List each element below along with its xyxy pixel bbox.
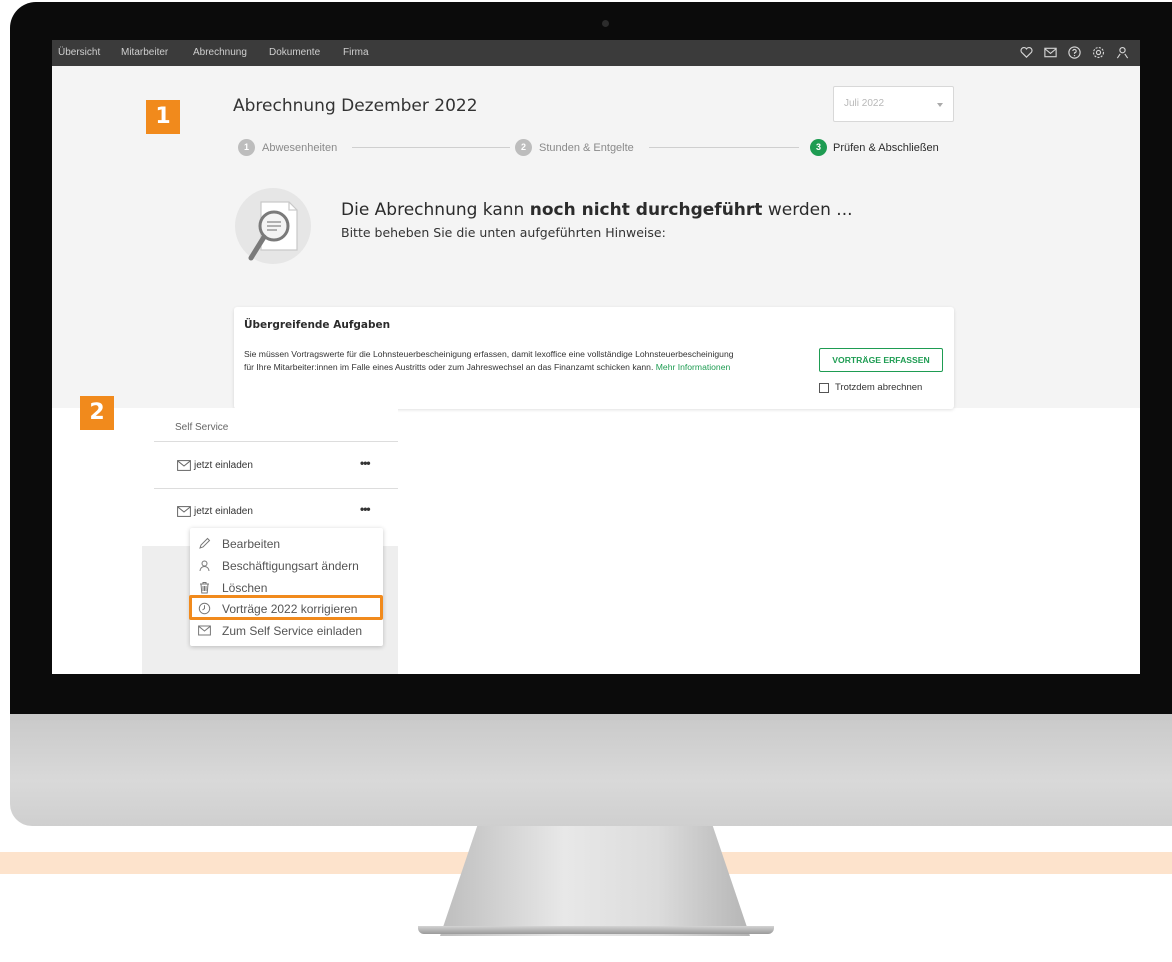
envelope-icon bbox=[198, 625, 211, 636]
step-badge-1: 1 bbox=[146, 100, 180, 134]
stepper-connector bbox=[352, 147, 510, 148]
context-menu: Bearbeiten Beschäftigungsart ändern Lösc… bbox=[190, 528, 383, 646]
stepper-connector bbox=[649, 147, 799, 148]
chevron-down-icon bbox=[937, 103, 943, 107]
nav-item-dokumente[interactable]: Dokumente bbox=[269, 47, 320, 58]
envelope-icon bbox=[177, 506, 191, 517]
menu-item-self-service-einladen[interactable]: Zum Self Service einladen bbox=[190, 621, 383, 641]
more-options-icon[interactable]: ••• bbox=[360, 502, 371, 516]
step-1-number[interactable]: 1 bbox=[238, 139, 255, 156]
more-options-icon[interactable]: ••• bbox=[360, 456, 371, 470]
task-title: Übergreifende Aufgaben bbox=[244, 319, 391, 331]
invite-link[interactable]: jetzt einladen bbox=[194, 506, 253, 517]
task-card: Übergreifende Aufgaben Sie müssen Vortra… bbox=[234, 307, 954, 409]
step-2-number[interactable]: 2 bbox=[515, 139, 532, 156]
highlight-frame bbox=[189, 595, 383, 620]
payroll-panel: 1 Abrechnung Dezember 2022 Juli 2022 1 A… bbox=[52, 66, 1140, 409]
nav-item-abrechnung[interactable]: Abrechnung bbox=[193, 47, 247, 58]
top-navbar: Übersicht Mitarbeiter Abrechnung Dokumen… bbox=[52, 40, 1140, 66]
monitor-mockup: i Übersicht Mitarbeiter Abrechnung Dokum… bbox=[0, 0, 1172, 962]
step-badge-2: 2 bbox=[80, 396, 114, 430]
user-icon[interactable] bbox=[1115, 45, 1130, 60]
step-2-label[interactable]: Stunden & Entgelte bbox=[539, 142, 634, 154]
pencil-icon bbox=[199, 537, 211, 549]
nav-item-firma[interactable]: Firma bbox=[343, 47, 369, 58]
page-title: Abrechnung Dezember 2022 bbox=[233, 96, 478, 116]
trash-icon bbox=[200, 582, 209, 594]
more-info-link[interactable]: Mehr Informationen bbox=[656, 362, 731, 372]
step-3-number[interactable]: 3 bbox=[810, 139, 827, 156]
divider bbox=[154, 488, 398, 489]
person-icon bbox=[199, 560, 210, 572]
magnifier-document-illustration bbox=[235, 188, 311, 264]
camera-dot bbox=[602, 20, 609, 27]
self-service-header: Self Service bbox=[175, 422, 229, 433]
nav-item-mitarbeiter[interactable]: Mitarbeiter bbox=[121, 47, 168, 58]
heart-icon[interactable] bbox=[1019, 45, 1034, 60]
vortraege-erfassen-button[interactable]: VORTRÄGE ERFASSEN bbox=[819, 348, 943, 372]
step-3-label[interactable]: Prüfen & Abschließen bbox=[833, 142, 939, 154]
envelope-icon bbox=[177, 460, 191, 471]
help-icon[interactable] bbox=[1067, 45, 1082, 60]
nav-item-uebersicht[interactable]: Übersicht bbox=[58, 47, 100, 58]
monitor-chin bbox=[10, 714, 1172, 826]
task-description: Sie müssen Vortragswerte für die Lohnste… bbox=[244, 349, 734, 372]
month-select-value: Juli 2022 bbox=[844, 98, 885, 109]
list-item[interactable]: jetzt einladen ••• bbox=[154, 456, 398, 478]
settings-icon[interactable] bbox=[1091, 45, 1106, 60]
notice-headline: Die Abrechnung kann noch nicht durchgefü… bbox=[341, 200, 853, 220]
self-service-panel: Self Service jetzt einladen ••• jetzt ei… bbox=[142, 408, 398, 674]
divider bbox=[154, 441, 398, 442]
background-decoration: i bbox=[0, 72, 2, 107]
trotzdem-abrechnen-label[interactable]: Trotzdem abrechnen bbox=[835, 382, 922, 393]
month-select[interactable]: Juli 2022 bbox=[833, 86, 954, 122]
list-item[interactable]: jetzt einladen ••• bbox=[154, 502, 398, 524]
trotzdem-abrechnen-checkbox[interactable] bbox=[819, 383, 829, 393]
monitor-stand bbox=[440, 826, 750, 936]
monitor-foot bbox=[418, 926, 774, 934]
invite-link[interactable]: jetzt einladen bbox=[194, 460, 253, 471]
mail-icon[interactable] bbox=[1043, 45, 1058, 60]
menu-item-beschaeftigungsart[interactable]: Beschäftigungsart ändern bbox=[190, 556, 383, 576]
screen: Übersicht Mitarbeiter Abrechnung Dokumen… bbox=[52, 40, 1140, 674]
notice-subline: Bitte beheben Sie die unten aufgeführten… bbox=[341, 225, 666, 240]
menu-item-bearbeiten[interactable]: Bearbeiten bbox=[190, 534, 383, 554]
nav-icon-group bbox=[1019, 45, 1130, 61]
step-1-label[interactable]: Abwesenheiten bbox=[262, 142, 337, 154]
